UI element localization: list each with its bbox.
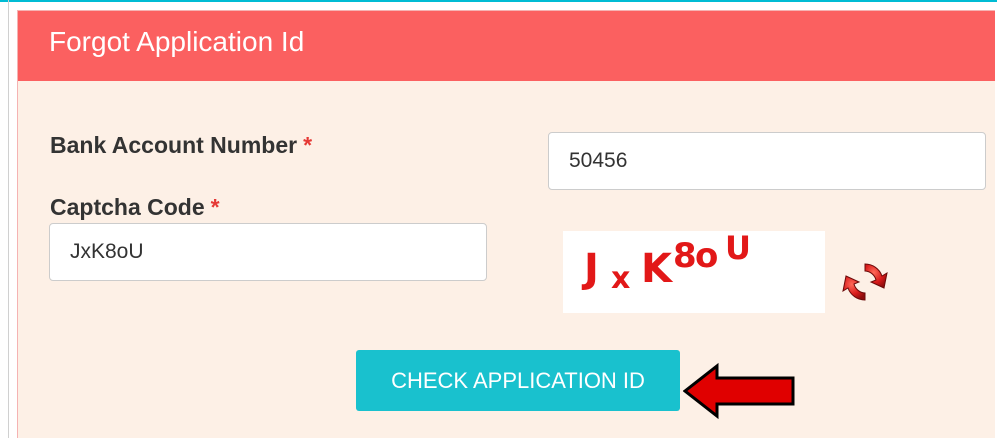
captcha-code-label: Captcha Code * — [50, 194, 220, 221]
captcha-image: J x K 8 o U — [563, 229, 825, 313]
check-application-id-button[interactable]: CHECK APPLICATION ID — [356, 350, 680, 411]
required-asterisk: * — [210, 194, 220, 220]
panel-header: Forgot Application Id — [18, 11, 995, 81]
bank-account-label-text: Bank Account Number — [50, 132, 298, 158]
captcha-char: 8 — [673, 236, 697, 276]
captcha-char: U — [725, 229, 751, 267]
captcha-char: J — [584, 246, 599, 292]
captcha-char: o — [695, 236, 719, 276]
captcha-char: x — [611, 261, 631, 296]
required-asterisk: * — [303, 132, 313, 158]
bank-account-label: Bank Account Number * — [50, 132, 312, 159]
captcha-code-label-text: Captcha Code — [50, 194, 205, 220]
arrow-left-icon — [683, 362, 795, 420]
panel-title: Forgot Application Id — [49, 26, 305, 57]
refresh-captcha-button[interactable] — [840, 256, 890, 308]
captcha-code-input[interactable] — [49, 223, 487, 281]
left-divider — [8, 0, 9, 438]
forgot-application-panel: Forgot Application Id Bank Account Numbe… — [17, 10, 995, 438]
bank-account-input[interactable] — [548, 132, 986, 190]
top-accent-line — [0, 0, 997, 2]
captcha-char: K — [641, 246, 672, 292]
refresh-icon — [842, 263, 888, 301]
